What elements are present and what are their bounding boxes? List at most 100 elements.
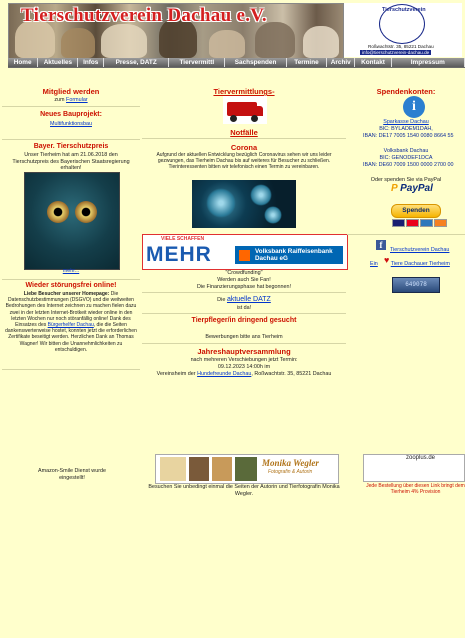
nav-presse[interactable]: Presse, DATZ [103, 58, 170, 67]
nav-infos[interactable]: Infos [78, 58, 104, 67]
paypal-wordmark: PayPal [400, 183, 433, 194]
volksbank-logo-mark [239, 250, 250, 261]
rabbit-photo [209, 30, 245, 58]
cat-photo [101, 24, 147, 58]
crowdfunding-mehr: MEHR [146, 243, 212, 266]
nav-divider [8, 67, 465, 68]
logo-seal: Tierschutzverein [379, 4, 426, 44]
sparkasse-iban: IBAN: DE17 7005 1540 0080 8664 55 [363, 133, 454, 139]
bauprojekt-link[interactable]: Multifunktionsbau [2, 121, 140, 128]
member-line: zum Formular [2, 97, 140, 104]
tierpfleger-text: Bewerbungen bitte ans Tierheim [205, 334, 283, 340]
facebook-icon[interactable]: f [376, 240, 386, 250]
pin-link[interactable]: Tiere Dachauer Tierheim [391, 261, 450, 267]
datz-link[interactable]: aktuelle DATZ [227, 296, 271, 303]
stoerung-lead: Liebe Besucher unserer Homepage: [23, 291, 110, 297]
payment-cards-icon [392, 219, 447, 227]
truck-wheel [230, 115, 237, 122]
virus-particle [206, 188, 236, 218]
zooplus-alt-text: zooplus.de [406, 455, 436, 461]
logo[interactable]: Tierschutzverein Roßwachtstr. 35, 85221 … [344, 3, 462, 57]
monika-wegler-subtitle: Fotografin & Autorin [268, 469, 313, 475]
monika-wegler-name: Monika Wegler [262, 458, 319, 468]
divider [2, 139, 140, 140]
discover-icon [434, 219, 447, 227]
volksbank-logo: Volksbank Raiffeisenbank Dachau eG [235, 246, 343, 264]
crowdfunding-tagline: VIELE SCHAFFEN [161, 236, 205, 242]
nav-tiervermittlung[interactable]: Tiervermittl [169, 58, 226, 67]
member-form-link[interactable]: Formular [66, 97, 88, 103]
nav-kontakt[interactable]: Kontakt [355, 58, 392, 67]
visitor-counter: 649078 [392, 277, 440, 293]
member-text: zum [54, 97, 65, 103]
nav-aktuelles[interactable]: Aktuelles [38, 58, 79, 67]
pin-pre-link[interactable]: Ein [370, 261, 378, 267]
truck-wheel [251, 115, 258, 122]
facebook-link[interactable]: Tierschutzverein Dachau [390, 247, 465, 254]
stoerung-heading: Wieder störungsfrei online! [25, 282, 117, 289]
buergerhelfer-link[interactable]: Bürgerhelfer Dachau [48, 322, 94, 328]
visa-icon [392, 219, 405, 227]
amazon-smile-text: Amazon-Smile Dienst wurde eingestellt! [37, 468, 106, 481]
stoerung-text-block: Liebe Besucher unserer Homepage: Die Dat… [5, 291, 137, 353]
divider [142, 313, 346, 314]
amex-icon [420, 219, 433, 227]
book-cover [235, 457, 257, 481]
tierschutzpreis-more-link[interactable]: mehr... [54, 268, 88, 275]
jhv-heading: Jahreshauptversammlung [197, 347, 291, 356]
paypal-logo: P PayPal [391, 183, 439, 195]
guinea-pig-photo [303, 26, 339, 58]
info-icon: i [403, 96, 425, 118]
coronavirus-image [192, 180, 296, 228]
spendenkonten-heading: Spendenkonten: [376, 87, 436, 96]
volksbank-name-right: Volksbank Dachau [383, 148, 429, 154]
jhv-text-3a: Vereinsheim der [156, 371, 196, 377]
datz-post: ist da! [236, 305, 252, 311]
zooplus-text: Jede Bestellung über diesen Link bringt … [366, 483, 465, 496]
jhv-text-1: nach mehreren Verschiebungen jetzt Termi… [190, 357, 298, 363]
divider [2, 369, 140, 370]
divider [142, 343, 346, 344]
sparkasse-link[interactable]: Sparkasse Dachau [347, 119, 465, 126]
owl-award-image[interactable] [24, 172, 120, 270]
logo-address: Roßwachtstr. 35, 85221 Dachau [368, 44, 434, 49]
corona-heading: Corona [230, 143, 258, 152]
book-cover [212, 457, 232, 481]
jhv-text-2: 09.12.2023 14:00h im [217, 364, 271, 370]
monika-wegler-banner[interactable]: Monika Wegler Fotografin & Autorin [155, 454, 339, 484]
crowdfunding-banner[interactable]: VIELE SCHAFFEN MEHR Volksbank Raiffeisen… [142, 234, 348, 270]
logo-email[interactable]: info@tierschutzverein-dachau.de [360, 50, 432, 55]
nav-termine[interactable]: Termine [286, 58, 328, 67]
volksbank-iban: IBAN: DE60 7009 1500 0000 2700 00 [363, 162, 454, 168]
site-title: Tierschutzverein Dachau e.V. [21, 5, 267, 26]
divider [2, 106, 140, 107]
owl-eye [47, 201, 69, 223]
nav-sachspenden[interactable]: Sachspenden [225, 58, 287, 67]
crowdfunding-title: "Crowdfunding" [225, 270, 263, 276]
jhv-text-3b: , Roßwachtstr. 35, 85221 Dachau [251, 371, 332, 377]
mastercard-icon [406, 219, 419, 227]
hundefreunde-link[interactable]: Hundefreunde Dachau [197, 371, 251, 377]
crowdfunding-text-2: Die Finanzierungsphase hat begonnen! [196, 284, 292, 290]
member-heading: Mitglied werden [42, 87, 100, 96]
nav-archiv[interactable]: Archiv [327, 58, 356, 67]
owl-eye [75, 201, 97, 223]
nav-impressum[interactable]: Impressum [391, 58, 465, 67]
dog-photo [61, 28, 95, 58]
divider [142, 292, 346, 293]
paypal-donate-button[interactable]: Spenden [391, 204, 441, 218]
virus-particle [250, 184, 272, 206]
main-nav: Home Aktuelles Infos Presse, DATZ Tierve… [8, 58, 465, 67]
notfaelle-link[interactable]: Notfälle [142, 128, 346, 137]
monika-wegler-text: Besuchen Sie unbedingt einmal die Seiten… [148, 484, 340, 497]
zooplus-banner[interactable]: zooplus.de [363, 454, 465, 482]
animal-rescue-truck-image[interactable] [223, 96, 267, 124]
virus-particle [264, 206, 282, 224]
tiervermittlung-heading[interactable]: Tiervermittlungs- [142, 87, 346, 96]
cat-photo [255, 22, 295, 58]
nav-home[interactable]: Home [8, 58, 39, 67]
sparkasse-bic: BIC: BYLADEM1DAH, [379, 126, 433, 132]
volksbank-name: Volksbank Raiffeisenbank Dachau eG [255, 248, 333, 262]
header-banner: Tierschutzverein Dachau e.V. [8, 3, 344, 59]
crowdfunding-text-1: Werden auch Sie Fan! [217, 277, 271, 283]
